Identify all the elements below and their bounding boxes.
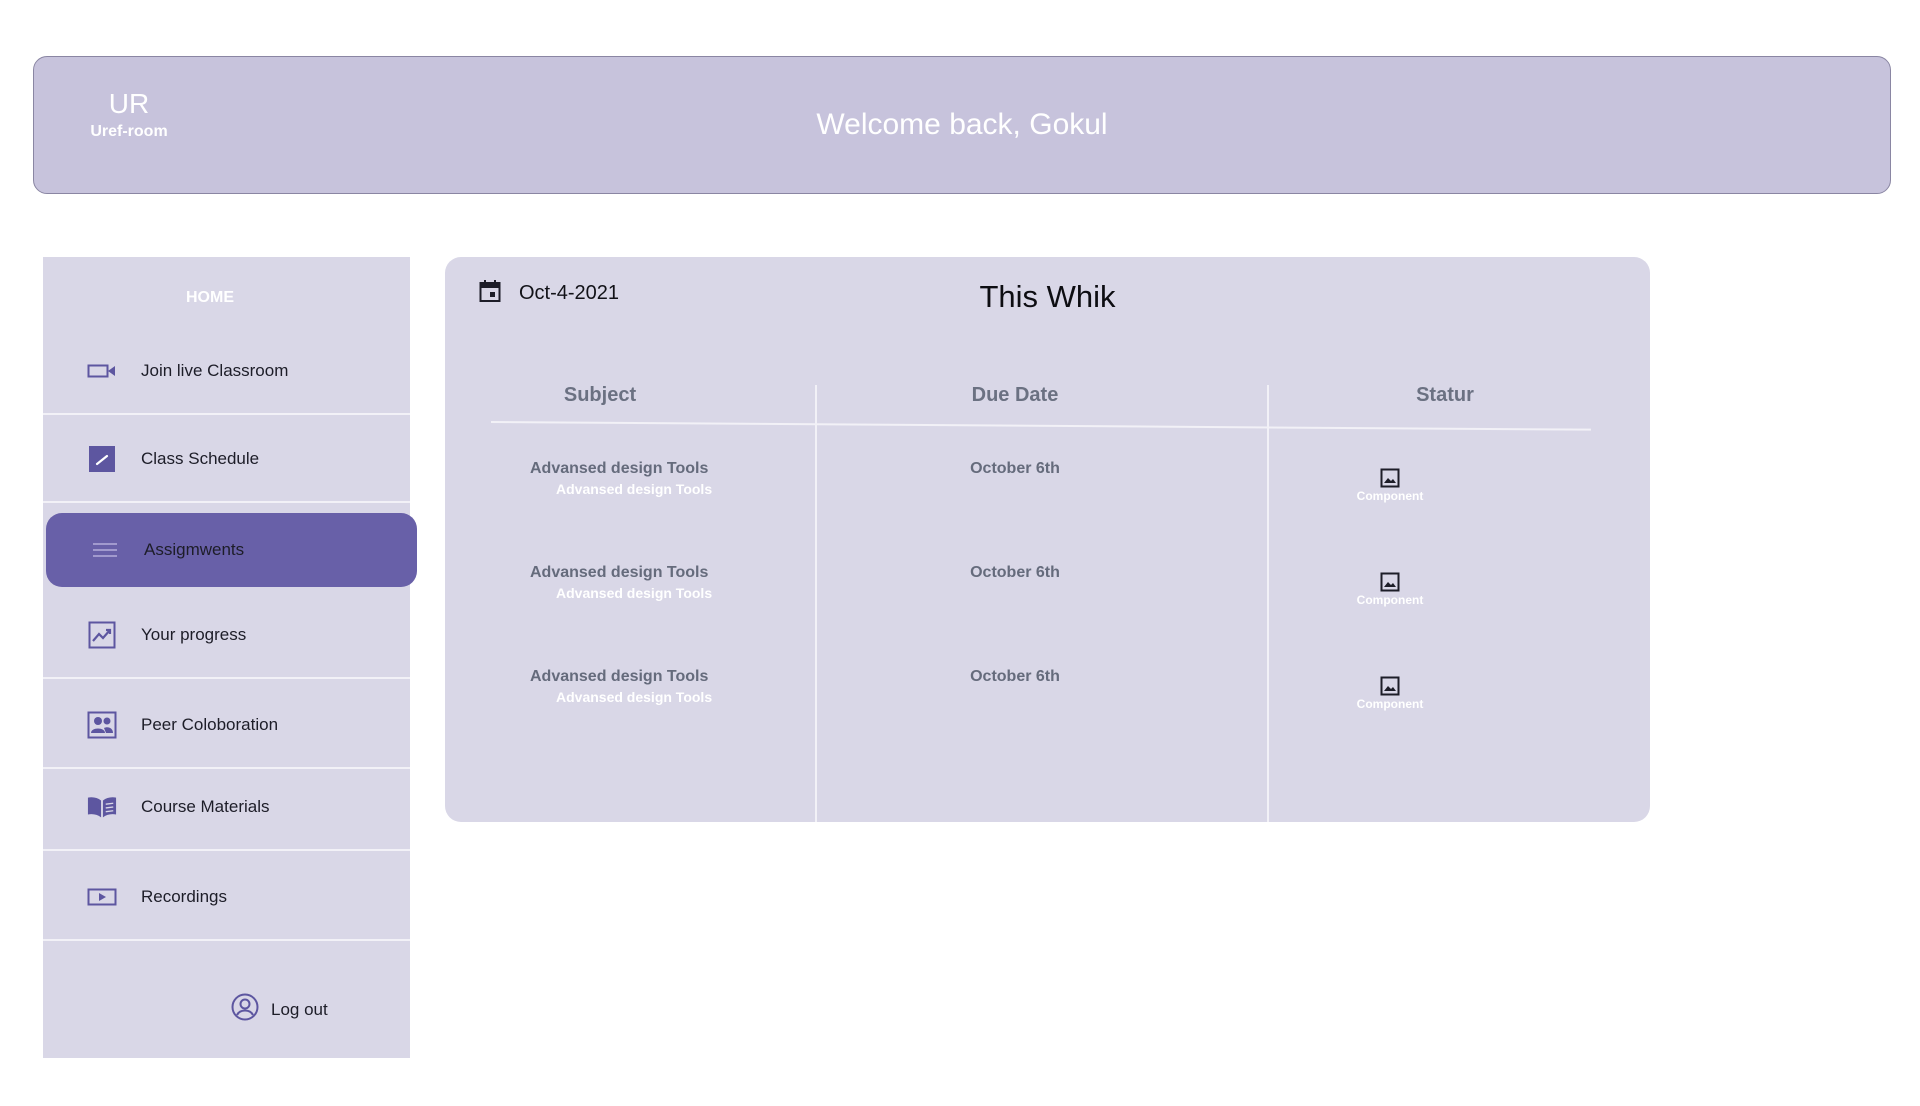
sidebar-item-your-progress[interactable]: Your progress bbox=[43, 593, 410, 679]
due-date: October 6th bbox=[970, 460, 1060, 477]
table-row[interactable]: Advansed design Tools Advansed design To… bbox=[445, 460, 1650, 530]
welcome-message: Welcome back, Gokul bbox=[816, 108, 1108, 141]
current-date: Oct-4-2021 bbox=[519, 282, 620, 304]
subject-subtitle: Advansed design Tools bbox=[556, 585, 713, 601]
calendar-icon[interactable] bbox=[479, 279, 501, 308]
sidebar-item-label: Peer Coloboration bbox=[141, 715, 279, 734]
top-header: UR Uref-room Welcome back, Gokul bbox=[33, 56, 1891, 194]
sidebar-item-recordings[interactable]: Recordings bbox=[43, 855, 410, 941]
user-circle-icon bbox=[231, 993, 259, 1026]
assignments-panel: Oct-4-2021 This Whik Subject Due Date St… bbox=[445, 257, 1650, 822]
logout-button[interactable]: Log out bbox=[231, 993, 328, 1026]
image-icon bbox=[1380, 572, 1400, 592]
book-icon bbox=[87, 792, 117, 822]
trending-chart-icon bbox=[87, 620, 117, 650]
sidebar-item-label: Assigmwents bbox=[144, 540, 245, 559]
people-icon bbox=[87, 710, 117, 740]
sidebar-item-join-live-classroom[interactable]: Join live Classroom bbox=[43, 329, 410, 415]
subject-subtitle: Advansed design Tools bbox=[556, 689, 713, 705]
table-row[interactable]: Advansed design Tools Advansed design To… bbox=[445, 564, 1650, 634]
header-divider bbox=[490, 421, 1591, 431]
sidebar-home-label[interactable]: HOME bbox=[43, 289, 377, 307]
status-label: Component bbox=[1356, 489, 1424, 503]
due-date: October 6th bbox=[970, 668, 1060, 685]
status-cell[interactable]: Component bbox=[1325, 676, 1455, 711]
sidebar-item-label: Your progress bbox=[141, 625, 247, 644]
date-display: Oct-4-2021 bbox=[479, 279, 619, 308]
sidebar-item-assignments[interactable]: Assigmwents bbox=[46, 513, 417, 587]
app-page: UR Uref-room Welcome back, Gokul HOME Jo… bbox=[0, 0, 1920, 1106]
status-cell[interactable]: Component bbox=[1325, 572, 1455, 607]
sidebar-item-class-schedule[interactable]: Class Schedule bbox=[43, 417, 410, 503]
sidebar-item-label: Class Schedule bbox=[141, 449, 260, 468]
sidebar-item-course-materials[interactable]: Course Materials bbox=[43, 765, 410, 851]
column-header-due-date[interactable]: Due Date bbox=[950, 384, 1080, 407]
subject-title: Advansed design Tools bbox=[530, 564, 709, 581]
subject-title: Advansed design Tools bbox=[530, 460, 709, 477]
sidebar: HOME Join live Classroom Class Schedule bbox=[43, 257, 417, 1058]
image-icon bbox=[1380, 676, 1400, 696]
subject-subtitle: Advansed design Tools bbox=[556, 481, 713, 497]
due-date: October 6th bbox=[970, 564, 1060, 581]
schedule-icon bbox=[87, 444, 117, 474]
video-camera-icon bbox=[87, 356, 117, 386]
column-header-subject[interactable]: Subject bbox=[545, 384, 655, 407]
image-icon bbox=[1380, 468, 1400, 488]
status-cell[interactable]: Component bbox=[1325, 468, 1455, 503]
sidebar-item-label: Join live Classroom bbox=[141, 361, 289, 380]
logout-label: Log out bbox=[271, 999, 328, 1019]
sidebar-item-label: Course Materials bbox=[141, 797, 270, 816]
play-icon bbox=[87, 882, 117, 912]
status-label: Component bbox=[1356, 697, 1424, 711]
subject-title: Advansed design Tools bbox=[530, 668, 709, 685]
panel-title: This Whik bbox=[979, 279, 1116, 314]
table-row[interactable]: Advansed design Tools Advansed design To… bbox=[445, 668, 1650, 738]
column-header-status[interactable]: Statur bbox=[1390, 384, 1500, 407]
sidebar-item-label: Recordings bbox=[141, 887, 227, 906]
status-label: Component bbox=[1356, 593, 1424, 607]
sidebar-item-peer-collaboration[interactable]: Peer Coloboration bbox=[43, 683, 410, 769]
list-icon bbox=[90, 535, 120, 565]
